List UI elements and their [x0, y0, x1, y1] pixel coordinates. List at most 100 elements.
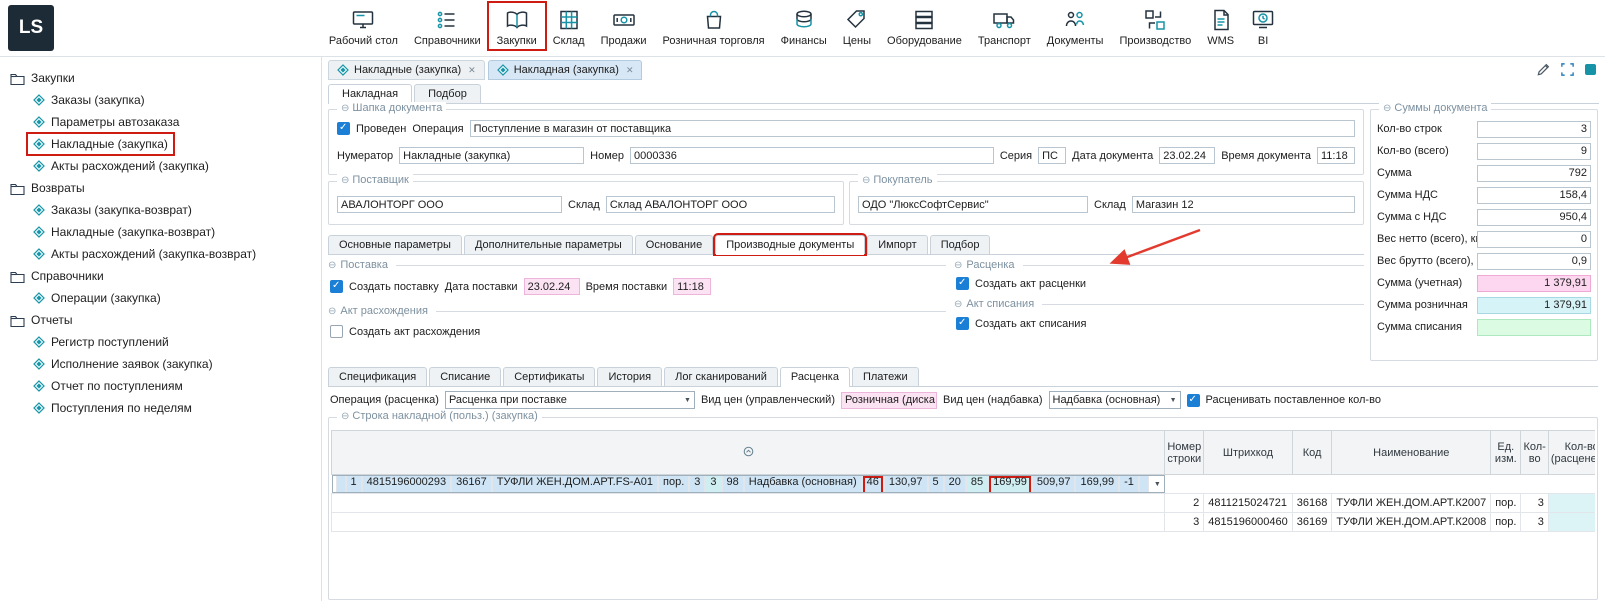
tab[interactable]: Основание [635, 235, 713, 254]
collapse-icon[interactable]: ⊖ [341, 103, 349, 114]
toolbar-item-oborud[interactable]: Оборудование [879, 3, 970, 49]
cell[interactable]: Надбавка (основная) [744, 475, 862, 493]
supplier-sklad-input[interactable]: Склад АВАЛОНТОРГ ООО [606, 196, 835, 213]
cell[interactable]: пор. [658, 475, 689, 493]
tab[interactable]: Основные параметры [328, 235, 462, 254]
tree-item[interactable]: Заказы (закупка-возврат) [6, 199, 317, 221]
series-input[interactable]: ПС [1038, 147, 1066, 164]
cell[interactable]: 46 [862, 475, 884, 493]
grid-corner-icon[interactable] [332, 431, 1165, 475]
create-akt-spis-checkbox[interactable] [956, 317, 969, 330]
numerator-input[interactable]: Накладные (закупка) [399, 147, 584, 164]
app-logo[interactable]: LS [8, 5, 54, 51]
toolbar-item-list[interactable]: Справочники [406, 3, 489, 49]
column-header[interactable]: Наименование [1332, 431, 1491, 475]
document-tab[interactable]: Накладная (закупка)✕ [488, 60, 643, 80]
buyer-name-input[interactable]: ОДО "ЛюксСофтСервис" [858, 196, 1088, 213]
vid-cen-upr-field[interactable]: Розничная (диска [841, 392, 937, 409]
collapse-icon[interactable]: ⊖ [954, 299, 962, 310]
table-row[interactable]: 2481121502472136168ТУФЛИ ЖЕН.ДОМ.АРТ.К20… [332, 494, 1596, 513]
column-header[interactable]: Штрихкод [1204, 431, 1293, 475]
tree-folder[interactable]: Отчеты [6, 309, 317, 331]
create-akt-rascenki-checkbox[interactable] [956, 277, 969, 290]
rascenka-operation-select[interactable]: Расценка при поставке [445, 391, 695, 409]
cell[interactable]: 36169 [1292, 513, 1332, 532]
tree-item[interactable]: Параметры автозаказа [6, 111, 317, 133]
row-indicator[interactable] [332, 513, 1165, 532]
cell[interactable]: 98 [722, 475, 744, 493]
tab[interactable]: Сертификаты [503, 367, 595, 386]
toolbar-item-tseny[interactable]: Цены [835, 3, 879, 49]
collapse-icon[interactable]: ⊖ [341, 411, 349, 422]
postavka-date-input[interactable]: 23.02.24 [524, 278, 580, 295]
fullscreen-icon[interactable] [1560, 62, 1575, 77]
cell[interactable]: пор. [1491, 513, 1521, 532]
rascen-checkbox[interactable] [1187, 394, 1200, 407]
column-header[interactable]: Кол-во [1521, 431, 1548, 475]
cell[interactable]: пор. [1491, 494, 1521, 513]
collapse-icon[interactable]: ⊖ [328, 306, 336, 317]
toolbar-item-bi[interactable]: BI [1242, 3, 1284, 49]
tree-item[interactable]: Накладные (закупка-возврат) [6, 221, 317, 243]
tab[interactable]: Производные документы [715, 235, 865, 254]
cell[interactable]: 20 [944, 475, 966, 493]
tree-item[interactable]: Операции (закупка) [6, 287, 317, 309]
column-header[interactable]: Номер строки [1165, 431, 1204, 475]
tree-folder[interactable]: Закупки [6, 67, 317, 89]
toolbar-item-finance[interactable]: Финансы [773, 3, 835, 49]
cell[interactable]: 3 [1521, 494, 1548, 513]
cell[interactable]: 3 [1165, 513, 1204, 532]
collapse-icon[interactable]: ⊖ [862, 175, 870, 186]
doc-time-input[interactable]: 11:18 [1317, 147, 1355, 164]
create-akt-rash-checkbox[interactable] [330, 325, 343, 338]
toolbar-item-prodazhi[interactable]: Продажи [593, 3, 655, 49]
toolbar-item-sklad[interactable]: Склад [545, 3, 593, 49]
cell[interactable]: 3 [1548, 513, 1595, 532]
cell[interactable]: 3 [1548, 494, 1595, 513]
column-header[interactable]: Кол-во (расценено) [1548, 431, 1595, 475]
cell[interactable]: -1 [1119, 475, 1139, 493]
vid-cen-nad-select[interactable]: Надбавка (основная) [1049, 391, 1181, 409]
tab[interactable]: Списание [429, 367, 501, 386]
proveden-checkbox[interactable] [337, 122, 350, 135]
cell[interactable]: 130,97 [884, 475, 928, 493]
tab[interactable]: Подбор [414, 84, 481, 103]
toolbar-item-desktop[interactable]: Рабочий стол [321, 3, 406, 49]
cell[interactable]: 4815196000460 [1204, 513, 1293, 532]
tab[interactable]: Импорт [867, 235, 927, 254]
postavka-time-input[interactable]: 11:18 [673, 278, 711, 295]
cell[interactable]: 4815196000293 [362, 475, 452, 493]
toolbar-item-wms[interactable]: WMS [1199, 3, 1242, 49]
operation-input[interactable]: Поступление в магазин от поставщика [470, 120, 1355, 137]
toolbar-item-book[interactable]: Закупки [489, 3, 545, 49]
cell[interactable]: 2 [1165, 494, 1204, 513]
cell[interactable] [1139, 475, 1149, 493]
tree-folder[interactable]: Возвраты [6, 177, 317, 199]
collapse-icon[interactable]: ⊖ [1383, 103, 1391, 114]
tree-item[interactable]: Отчет по поступлениям [6, 375, 317, 397]
collapse-icon[interactable]: ⊖ [328, 260, 336, 271]
cell[interactable]: 3 [689, 475, 705, 493]
create-postavka-checkbox[interactable] [330, 280, 343, 293]
cell[interactable]: 5 [928, 475, 944, 493]
supplier-name-input[interactable]: АВАЛОНТОРГ ООО [337, 196, 562, 213]
collapse-icon[interactable]: ⊖ [341, 175, 349, 186]
table-row[interactable]: 3481519600046036169ТУФЛИ ЖЕН.ДОМ.АРТ.К20… [332, 513, 1596, 532]
panel-icon[interactable] [1584, 63, 1597, 76]
tree-item[interactable]: Заказы (закупка) [6, 89, 317, 111]
tree-item[interactable]: Поступления по неделям [6, 397, 317, 419]
column-header[interactable]: Код [1292, 431, 1332, 475]
tab[interactable]: Дополнительные параметры [464, 235, 633, 254]
buyer-sklad-input[interactable]: Магазин 12 [1132, 196, 1355, 213]
tree-item[interactable]: Исполнение заявок (закупка) [6, 353, 317, 375]
tab[interactable]: История [597, 367, 662, 386]
close-icon[interactable]: ✕ [626, 65, 634, 76]
column-header[interactable]: Ед. изм. [1491, 431, 1521, 475]
tab[interactable]: Расценка [780, 367, 850, 386]
cell[interactable]: 3 [1521, 513, 1548, 532]
tab[interactable]: Накладная [328, 84, 412, 103]
tab[interactable]: Спецификация [328, 367, 427, 386]
tab[interactable]: Подбор [930, 235, 991, 254]
tab[interactable]: Платежи [852, 367, 919, 386]
cell[interactable]: ТУФЛИ ЖЕН.ДОМ.АРТ.FS-A01 [492, 475, 658, 493]
